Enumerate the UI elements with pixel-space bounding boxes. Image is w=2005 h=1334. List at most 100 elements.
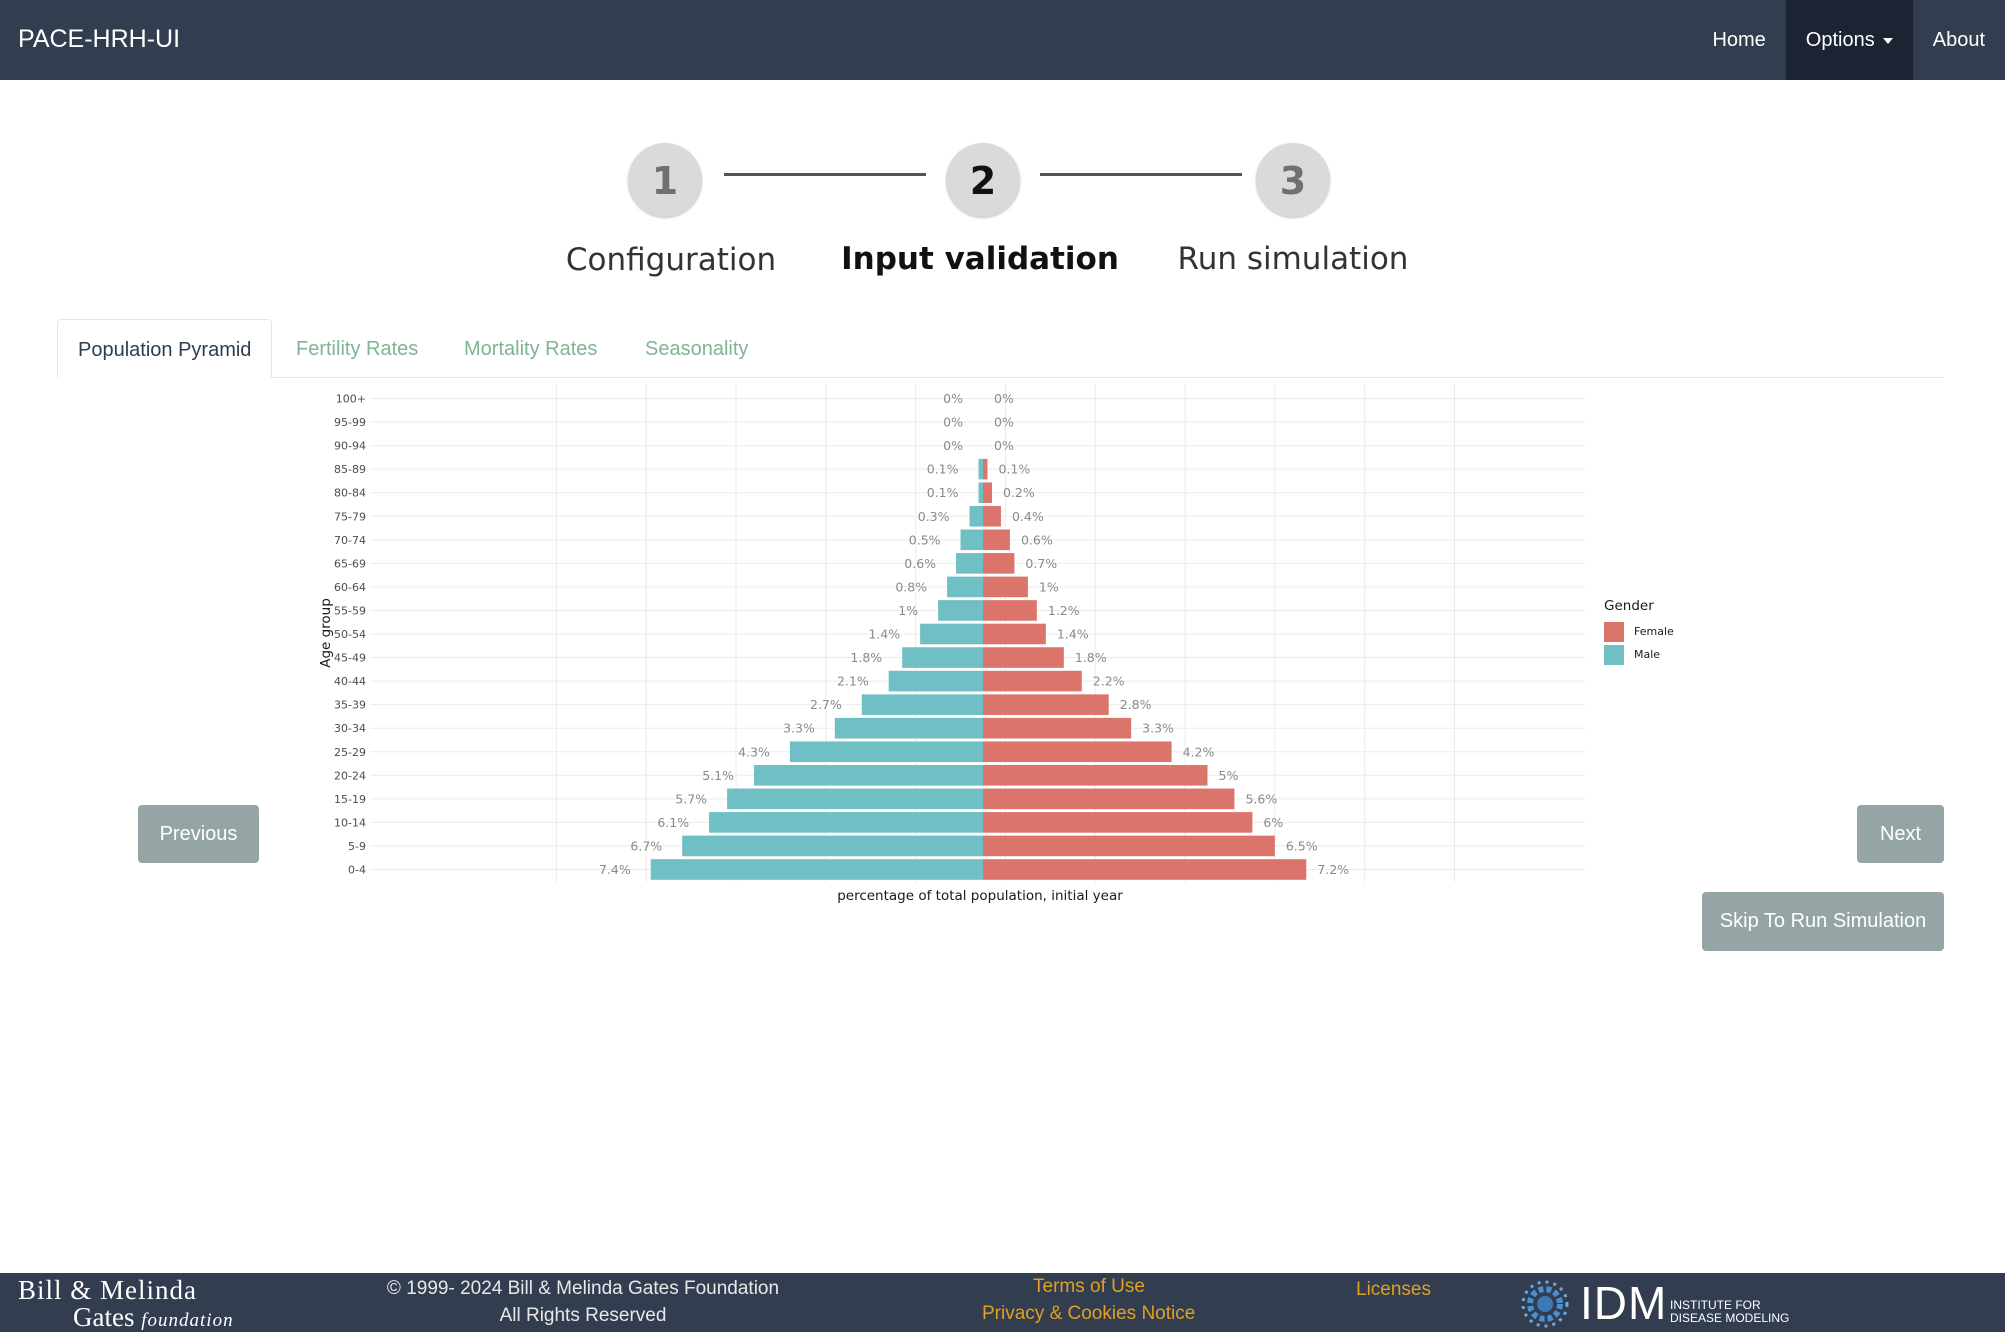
- y-tick-label: 65-69: [334, 557, 366, 570]
- step-1-label: Configuration: [565, 242, 777, 278]
- data-label-female: 2.2%: [1093, 674, 1125, 689]
- data-label-female: 0.1%: [998, 462, 1030, 477]
- data-label-female: 6%: [1263, 815, 1283, 830]
- bar-male: [650, 859, 983, 880]
- step-3-circle: 3: [1256, 143, 1330, 217]
- y-tick-label: 60-64: [334, 581, 366, 594]
- bar-female: [983, 458, 988, 480]
- idm-subtitle: INSTITUTE FOR DISEASE MODELING: [1670, 1299, 1789, 1325]
- bar-male: [978, 482, 983, 503]
- skip-to-run-simulation-button[interactable]: Skip To Run Simulation: [1702, 892, 1944, 951]
- legend-swatch-male: [1604, 644, 1624, 665]
- bar-female: [983, 505, 1001, 527]
- gates-logo-line2: Gates foundation: [18, 1304, 234, 1334]
- data-label-female: 0.6%: [1021, 532, 1053, 547]
- data-label-female: 0%: [994, 391, 1014, 406]
- tab-mortality-rates[interactable]: Mortality Rates: [464, 319, 597, 376]
- y-tick-label: 100+: [336, 393, 366, 406]
- data-label-female: 7.2%: [1317, 862, 1349, 877]
- step-2-circle: 2: [946, 143, 1020, 217]
- app-brand[interactable]: PACE-HRH-UI: [18, 0, 180, 80]
- gates-logo-italic: foundation: [141, 1310, 234, 1331]
- data-label-male: 0.1%: [927, 485, 959, 500]
- data-label-male: 6.7%: [630, 838, 662, 853]
- gates-logo-line1: Bill & Melinda: [18, 1275, 197, 1305]
- data-label-female: 1.4%: [1057, 627, 1089, 642]
- data-label-female: 0.4%: [1012, 509, 1044, 524]
- data-label-female: 1.8%: [1075, 650, 1107, 665]
- legend-title: Gender: [1604, 598, 1654, 614]
- next-button[interactable]: Next: [1857, 805, 1944, 863]
- y-tick-label: 70-74: [334, 534, 366, 547]
- nav-menu: Home Options About: [1692, 0, 2005, 80]
- bar-female: [983, 529, 1010, 551]
- data-label-male: 0%: [943, 415, 963, 430]
- data-label-male: 0%: [943, 391, 963, 406]
- previous-button[interactable]: Previous: [138, 805, 259, 863]
- caret-down-icon: [1882, 37, 1893, 44]
- data-label-female: 0%: [994, 415, 1014, 430]
- data-label-male: 5.7%: [675, 791, 707, 806]
- gates-foundation-logo[interactable]: Bill & Melinda Gates foundation: [18, 1277, 234, 1334]
- chart-legend: Gender Female Male: [1604, 598, 1674, 666]
- step-2-label: Input validation: [841, 241, 1119, 277]
- bar-male: [834, 717, 983, 739]
- bar-female: [983, 694, 1109, 715]
- navbar: PACE-HRH-UI Home Options About: [0, 0, 2005, 80]
- nav-about[interactable]: About: [1913, 0, 2005, 80]
- data-label-male: 2.7%: [810, 697, 842, 712]
- y-tick-label: 25-29: [334, 746, 366, 759]
- data-label-male: 0.1%: [927, 462, 959, 477]
- data-label-male: 7.4%: [599, 862, 631, 877]
- nav-options-dropdown[interactable]: Options: [1785, 0, 1913, 80]
- idm-name: IDM: [1580, 1277, 1668, 1329]
- y-tick-label: 30-34: [334, 722, 366, 735]
- step-connector: [1040, 173, 1242, 176]
- tab-fertility-rates[interactable]: Fertility Rates: [296, 319, 418, 376]
- tab-seasonality[interactable]: Seasonality: [645, 319, 748, 376]
- bar-female: [983, 765, 1208, 786]
- data-label-female: 0.2%: [1003, 485, 1035, 500]
- y-tick-label: 5-9: [348, 840, 366, 853]
- bar-male: [888, 670, 983, 692]
- y-tick-label: 95-99: [334, 416, 366, 429]
- bar-male: [861, 694, 983, 715]
- licenses-link[interactable]: Licenses: [1356, 1276, 1431, 1303]
- copyright-line2: All Rights Reserved: [499, 1305, 667, 1326]
- idm-subtitle-line2: DISEASE MODELING: [1670, 1311, 1790, 1325]
- data-label-female: 1.2%: [1048, 603, 1080, 618]
- data-label-female: 2.8%: [1120, 697, 1152, 712]
- y-tick-label: 50-54: [334, 628, 366, 641]
- y-tick-label: 75-79: [334, 510, 366, 523]
- legend-swatch-female: [1604, 621, 1624, 642]
- terms-of-use-link[interactable]: Terms of Use: [1033, 1273, 1145, 1300]
- nav-home[interactable]: Home: [1692, 0, 1785, 80]
- y-tick-label: 40-44: [334, 675, 366, 688]
- bar-male: [920, 623, 983, 645]
- bar-male: [960, 529, 983, 551]
- bar-female: [983, 600, 1037, 621]
- privacy-cookies-link[interactable]: Privacy & Cookies Notice: [982, 1300, 1195, 1327]
- legend-item-male: Male: [1604, 643, 1674, 666]
- bar-female: [983, 788, 1235, 810]
- bar-female: [983, 482, 992, 503]
- bar-female: [983, 859, 1307, 880]
- data-label-female: 3.3%: [1142, 721, 1174, 736]
- y-tick-label: 90-94: [334, 440, 366, 453]
- bar-male: [754, 765, 983, 786]
- bar-female: [983, 623, 1046, 645]
- bar-male: [902, 647, 983, 668]
- tab-population-pyramid[interactable]: Population Pyramid: [57, 319, 273, 378]
- bar-female: [983, 717, 1132, 739]
- data-label-male: 6.1%: [657, 815, 689, 830]
- data-label-male: 0.5%: [909, 532, 941, 547]
- y-tick-label: 20-24: [334, 769, 366, 782]
- bar-male: [978, 458, 983, 480]
- idm-logo[interactable]: IDM INSTITUTE FOR DISEASE MODELING: [1520, 1277, 1789, 1329]
- data-label-female: 5%: [1219, 768, 1239, 783]
- bar-female: [983, 835, 1275, 857]
- legend-label-male: Male: [1634, 648, 1661, 661]
- bar-female: [983, 670, 1082, 692]
- nav-options-label: Options: [1805, 29, 1875, 51]
- data-label-male: 0.8%: [895, 579, 927, 594]
